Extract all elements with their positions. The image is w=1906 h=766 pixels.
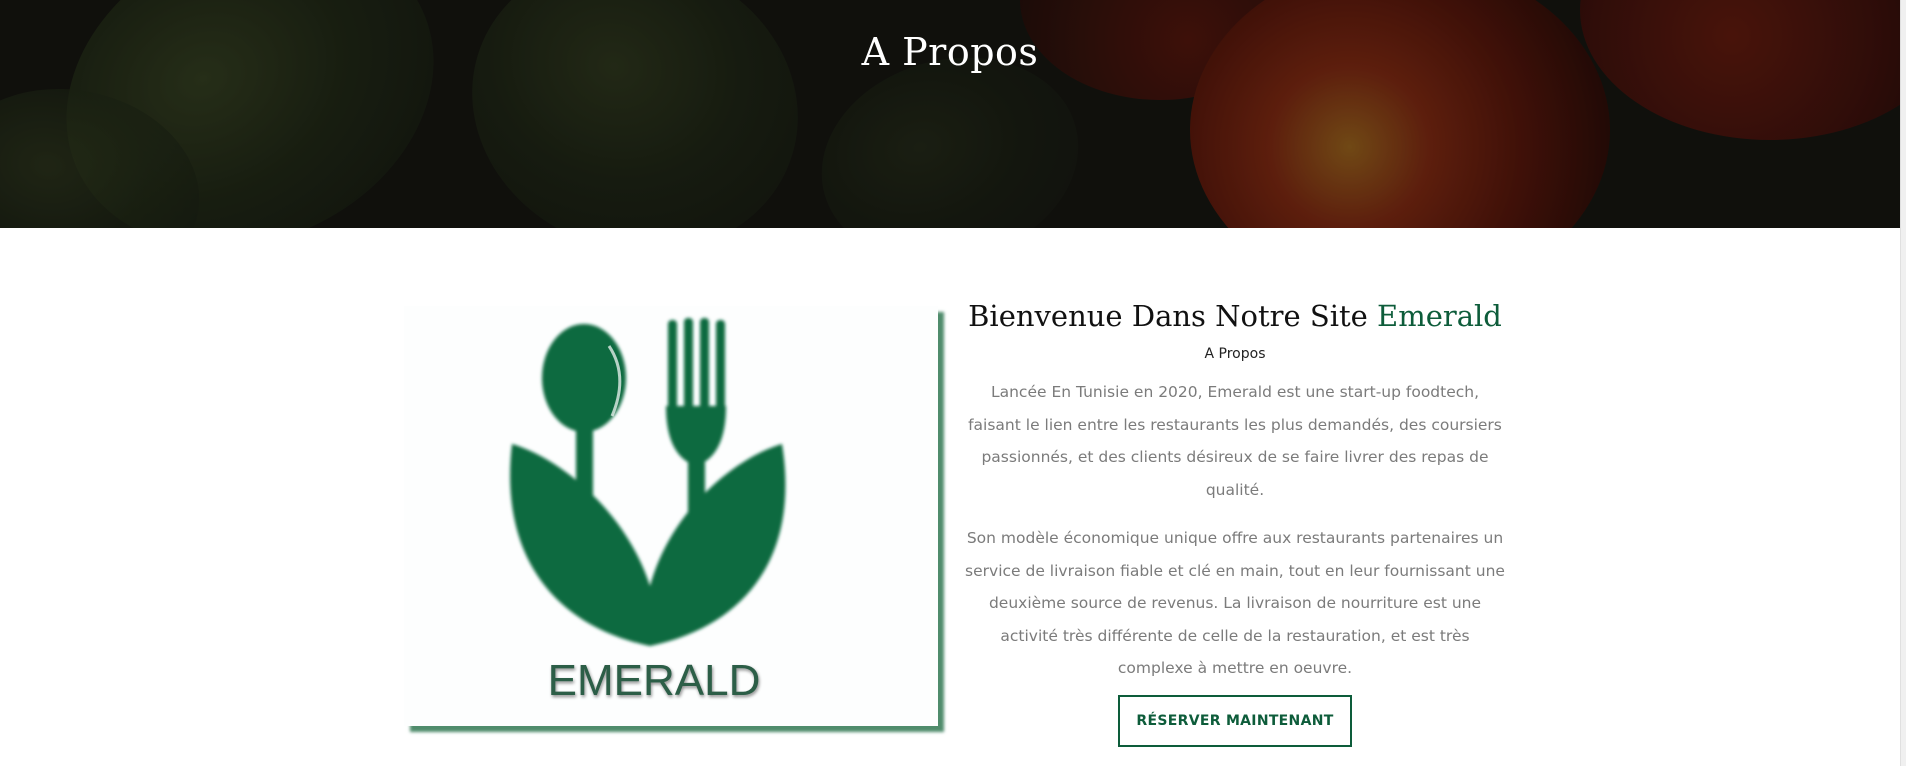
page-title: A Propos	[861, 30, 1039, 74]
heading-brand: Emerald	[1377, 299, 1502, 333]
page: A Propos EMERALD Bienvenue Dans Notre Si…	[0, 0, 1906, 766]
about-section: Bienvenue Dans Notre Site Emerald A Prop…	[960, 296, 1510, 747]
reserve-now-button[interactable]: RÉSERVER MAINTENANT	[1118, 694, 1352, 747]
business-model-paragraph: Son modèle économique unique offre aux r…	[965, 529, 1505, 677]
section-heading: Bienvenue Dans Notre Site Emerald	[960, 296, 1510, 336]
logo-wordmark: EMERALD	[547, 656, 761, 705]
hero-banner: A Propos	[0, 0, 1900, 228]
emerald-logo-card: EMERALD	[404, 306, 938, 726]
section-subheading: A Propos	[1204, 346, 1266, 362]
intro-paragraph: Lancée En Tunisie en 2020, Emerald est u…	[968, 383, 1502, 499]
scrollbar[interactable]	[1900, 0, 1906, 766]
heading-text: Bienvenue Dans Notre Site	[968, 299, 1378, 333]
